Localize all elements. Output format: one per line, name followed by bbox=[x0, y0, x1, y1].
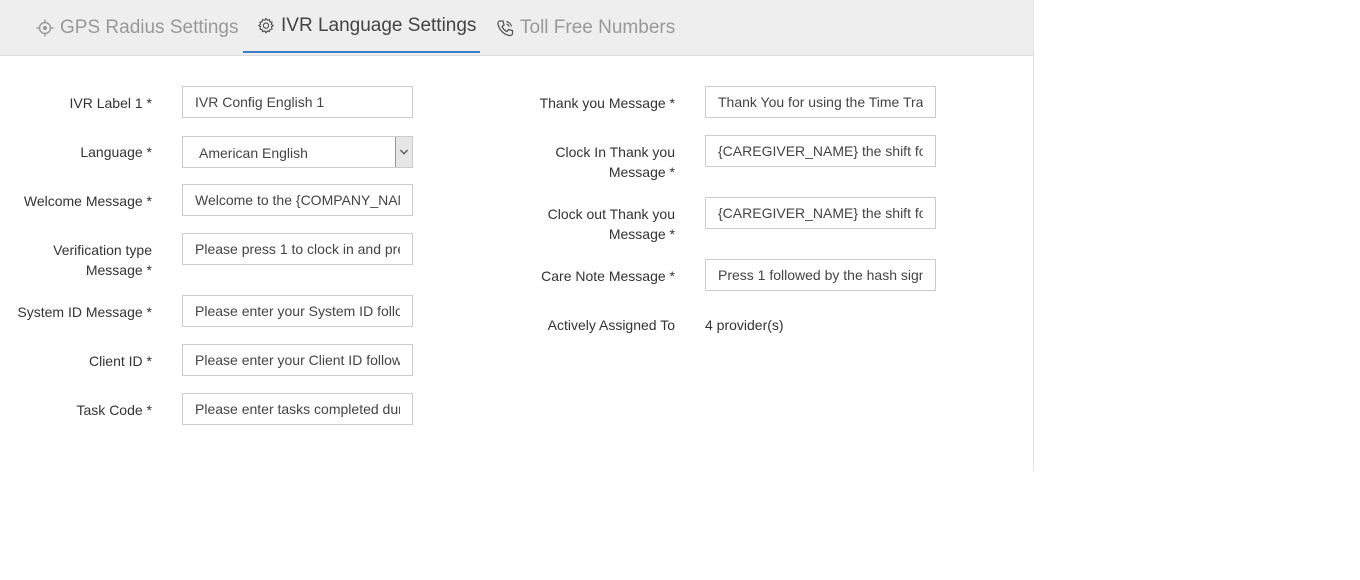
tab-ivr-language-settings[interactable]: IVR Language Settings bbox=[243, 0, 480, 53]
ivr-label-input[interactable] bbox=[182, 86, 413, 118]
tab-label: Toll Free Numbers bbox=[520, 16, 676, 38]
clock-in-thank-you-label: Clock In Thank you Message * bbox=[500, 142, 675, 182]
chevron-down-icon[interactable] bbox=[395, 137, 412, 167]
clock-out-thank-you-input[interactable] bbox=[705, 197, 936, 229]
settings-tab-bar: GPS Radius Settings IVR Language Setting… bbox=[0, 0, 1033, 56]
ivr-label-label: IVR Label 1 * bbox=[69, 95, 153, 111]
language-label: Language * bbox=[80, 144, 152, 160]
label-line: Verification type bbox=[53, 242, 152, 258]
language-select-value: American English bbox=[199, 145, 308, 161]
clock-out-thank-you-label: Clock out Thank you Message * bbox=[500, 204, 675, 244]
phone-icon bbox=[496, 19, 514, 37]
label-line: Clock In Thank you bbox=[555, 144, 675, 160]
label-line: Message * bbox=[85, 262, 152, 278]
task-code-input[interactable] bbox=[182, 393, 413, 425]
verification-message-label: Verification type Message * bbox=[0, 240, 152, 280]
system-id-message-input[interactable] bbox=[182, 295, 413, 327]
target-icon bbox=[36, 19, 54, 37]
tab-label: GPS Radius Settings bbox=[60, 16, 239, 38]
tab-label: IVR Language Settings bbox=[281, 14, 477, 36]
label-line: Message * bbox=[608, 164, 675, 180]
care-note-message-label: Care Note Message * bbox=[541, 268, 675, 284]
clock-in-thank-you-input[interactable] bbox=[705, 135, 936, 167]
ivr-settings-panel: GPS Radius Settings IVR Language Setting… bbox=[0, 0, 1034, 471]
welcome-message-input[interactable] bbox=[182, 184, 413, 216]
care-note-message-input[interactable] bbox=[705, 259, 936, 291]
actively-assigned-label: Actively Assigned To bbox=[547, 317, 675, 333]
task-code-label: Task Code * bbox=[76, 402, 152, 418]
label-line: Message * bbox=[608, 226, 675, 242]
label-line: Clock out Thank you bbox=[547, 206, 675, 222]
client-id-label: Client ID * bbox=[88, 353, 152, 369]
actively-assigned-value: 4 provider(s) bbox=[705, 317, 784, 333]
welcome-message-label: Welcome Message * bbox=[23, 193, 152, 209]
thank-you-message-input[interactable] bbox=[705, 86, 936, 118]
system-id-message-label: System ID Message * bbox=[17, 304, 152, 320]
tab-gps-radius-settings[interactable]: GPS Radius Settings bbox=[36, 0, 238, 55]
client-id-input[interactable] bbox=[182, 344, 413, 376]
gear-icon bbox=[257, 17, 275, 35]
thank-you-message-label: Thank you Message * bbox=[539, 95, 675, 111]
language-select[interactable]: American English bbox=[182, 136, 413, 168]
verification-message-input[interactable] bbox=[182, 233, 413, 265]
tab-toll-free-numbers[interactable]: Toll Free Numbers bbox=[496, 0, 675, 55]
